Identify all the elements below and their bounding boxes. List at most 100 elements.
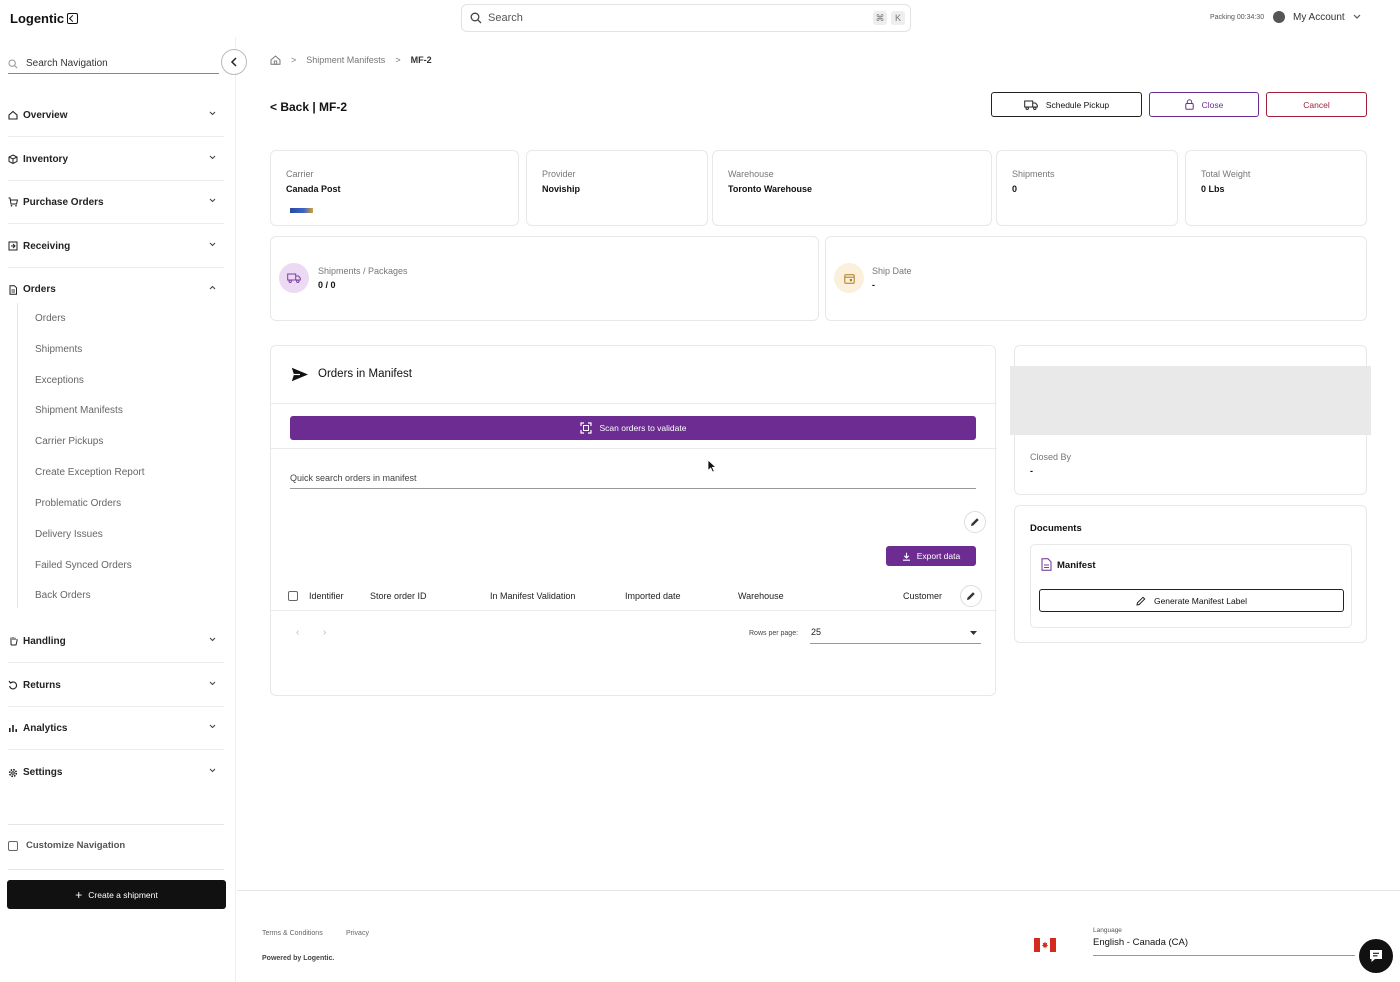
sidebar-item-label: Orders	[23, 284, 56, 295]
sidebar-subitem-delivery-issues[interactable]: Delivery Issues	[35, 529, 103, 540]
column-header-imported-date[interactable]: Imported date	[625, 591, 681, 601]
nav-search-placeholder: Search Navigation	[26, 58, 108, 69]
close-manifest-button[interactable]: Close	[1149, 92, 1259, 117]
divider	[271, 610, 997, 611]
back-title[interactable]: < Back | MF-2	[270, 100, 347, 114]
calendar-icon	[843, 273, 855, 284]
download-icon	[902, 552, 910, 561]
sidebar-item-overview[interactable]: Overview	[8, 94, 224, 137]
sidebar-item-label: Handling	[23, 635, 66, 647]
column-header-warehouse[interactable]: Warehouse	[738, 591, 784, 601]
sidebar-subitem-orders[interactable]: Orders	[35, 313, 66, 324]
provider-label: Provider	[542, 169, 576, 179]
closed-by-label: Closed By	[1030, 452, 1072, 462]
select-all-checkbox[interactable]	[288, 591, 298, 601]
closed-by-card: Closed By -	[1010, 345, 1371, 495]
scan-orders-button[interactable]: Scan orders to validate	[290, 416, 976, 440]
chevron-down-icon	[209, 155, 216, 160]
breadcrumb-current: MF-2	[410, 55, 432, 65]
sidebar-item-label: Inventory	[23, 153, 69, 165]
sidebar-subitem-failed-synced-orders[interactable]: Failed Synced Orders	[35, 560, 132, 571]
sidebar-subitem-shipment-manifests[interactable]: Shipment Manifests	[35, 405, 123, 416]
cancel-label: Cancel	[1303, 99, 1330, 110]
column-header-store-order-id[interactable]: Store order ID	[370, 591, 427, 601]
sidebar-item-analytics[interactable]: Analytics	[8, 707, 224, 750]
create-shipment-button[interactable]: + Create a shipment	[7, 880, 226, 909]
rows-per-page-value: 25	[811, 627, 822, 637]
global-search[interactable]: Search ⌘ K	[461, 4, 911, 32]
customize-checkbox[interactable]	[8, 840, 18, 851]
shipments-packages-card: Shipments / Packages 0 / 0	[270, 236, 819, 321]
home-icon[interactable]	[270, 55, 281, 65]
collapse-sidebar-button[interactable]	[221, 49, 247, 75]
column-header-in-manifest-validation[interactable]: In Manifest Validation	[490, 591, 575, 601]
manifest-document: Manifest Generate Manifest Label	[1030, 544, 1352, 628]
plus-icon: +	[75, 887, 83, 902]
sidebar-item-label: Purchase Orders	[23, 196, 104, 208]
breadcrumb-parent[interactable]: Shipment Manifests	[306, 55, 385, 65]
avatar	[1273, 11, 1285, 23]
sidebar-subitem-create-exception-report[interactable]: Create Exception Report	[35, 467, 145, 478]
cancel-manifest-button[interactable]: Cancel	[1266, 92, 1367, 117]
sidebar-item-inventory[interactable]: Inventory	[8, 138, 224, 181]
terms-link[interactable]: Terms & Conditions	[262, 930, 323, 937]
packing-timer[interactable]: Packing 00:34:30	[1210, 14, 1264, 21]
send-icon	[291, 367, 308, 382]
shortcut-cmd-key: ⌘	[873, 11, 887, 25]
quick-search-input[interactable]: Quick search orders in manifest	[290, 467, 976, 489]
warehouse-value: Toronto Warehouse	[728, 184, 812, 194]
global-search-label: Search	[488, 12, 523, 24]
nav-search-input[interactable]: Search Navigation	[8, 54, 219, 74]
powered-by: Powered by Logentic.	[262, 955, 335, 962]
rows-per-page-select[interactable]: 25	[810, 624, 981, 644]
chevron-down-icon	[209, 724, 216, 729]
sidebar-item-orders[interactable]: Orders	[8, 268, 224, 311]
ship-date-label: Ship Date	[872, 266, 912, 276]
chevron-down-icon	[209, 768, 216, 773]
carrier-label: Carrier	[286, 169, 314, 179]
schedule-pickup-button[interactable]: Schedule Pickup	[991, 92, 1142, 117]
language-select[interactable]: English - Canada (CA)	[1093, 937, 1355, 956]
ship-date-card: Ship Date -	[825, 236, 1367, 321]
sidebar-item-label: Receiving	[23, 240, 71, 252]
divider	[8, 869, 224, 870]
lock-icon	[1184, 99, 1194, 110]
previous-page-button[interactable]: ‹	[296, 627, 299, 638]
privacy-link[interactable]: Privacy	[346, 930, 369, 937]
rows-per-page-label: Rows per page:	[749, 630, 799, 637]
column-header-identifier[interactable]: Identifier	[309, 591, 344, 601]
chat-support-button[interactable]	[1359, 939, 1393, 973]
sidebar-subitem-exceptions[interactable]: Exceptions	[35, 375, 84, 386]
sidebar-subitem-problematic-orders[interactable]: Problematic Orders	[35, 498, 121, 509]
sidebar-item-purchase-orders[interactable]: Purchase Orders	[8, 181, 224, 224]
app-logo[interactable]: Logentic	[10, 11, 79, 26]
truck-icon	[287, 273, 301, 283]
return-icon	[8, 680, 18, 690]
edit-columns-button[interactable]	[964, 511, 986, 533]
sidebar-item-settings[interactable]: Settings	[8, 751, 224, 794]
sidebar-subitem-carrier-pickups[interactable]: Carrier Pickups	[35, 436, 103, 447]
generate-manifest-label-button[interactable]: Generate Manifest Label	[1039, 589, 1344, 612]
cart-icon	[8, 197, 18, 207]
sidebar-item-returns[interactable]: Returns	[8, 664, 224, 707]
language-label: Language	[1093, 927, 1122, 934]
warehouse-label: Warehouse	[728, 169, 774, 179]
sidebar-item-handling[interactable]: Handling	[8, 620, 224, 663]
column-header-customer[interactable]: Customer	[903, 591, 942, 601]
total-weight-label: Total Weight	[1201, 169, 1251, 179]
sidebar-item-receiving[interactable]: Receiving	[8, 225, 224, 268]
shipments-value: 0	[1012, 184, 1018, 194]
app-name: Logentic	[10, 11, 65, 26]
chevron-down-icon	[209, 637, 216, 642]
sidebar-subitem-back-orders[interactable]: Back Orders	[35, 590, 91, 601]
next-page-button[interactable]: ›	[323, 627, 326, 638]
edit-table-button[interactable]	[960, 585, 982, 607]
account-menu[interactable]: My Account	[1273, 11, 1361, 23]
customize-navigation[interactable]: Customize Navigation	[8, 840, 125, 851]
logo-icon	[67, 13, 79, 24]
sidebar-subitem-shipments[interactable]: Shipments	[35, 344, 82, 355]
divider	[271, 403, 997, 404]
sidebar-item-label: Settings	[23, 767, 63, 778]
export-data-button[interactable]: Export data	[886, 546, 976, 566]
scan-orders-label: Scan orders to validate	[599, 423, 687, 433]
